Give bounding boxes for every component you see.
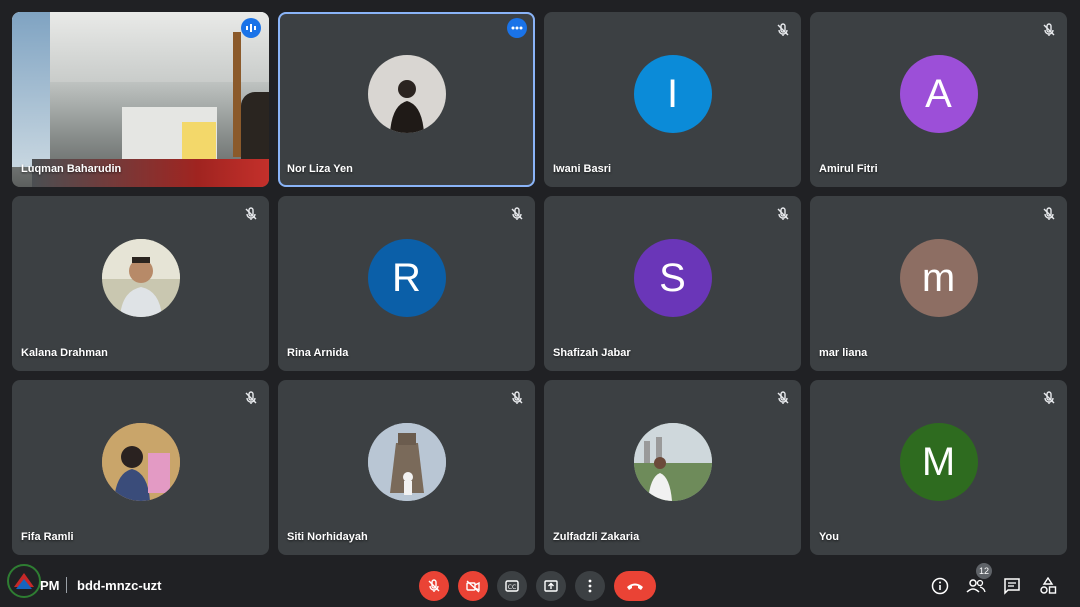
- mic-muted-icon: [777, 391, 789, 404]
- profile-photo: [367, 423, 446, 502]
- activities-icon: [1040, 577, 1057, 594]
- present-icon: [544, 580, 558, 592]
- participant-tile-you[interactable]: M You: [810, 380, 1067, 555]
- mic-muted-icon: [511, 391, 523, 404]
- participant-tile-luqman[interactable]: Luqman Baharudin: [12, 12, 269, 187]
- profile-photo: [101, 423, 180, 502]
- info-icon: [931, 577, 949, 595]
- captions-button[interactable]: CC: [497, 571, 527, 601]
- profile-photo: [101, 239, 180, 318]
- participant-tile-amirul[interactable]: A Amirul Fitri: [810, 12, 1067, 187]
- speaking-indicator-icon: [241, 18, 261, 38]
- leave-call-button[interactable]: [614, 571, 656, 601]
- mic-toggle-button[interactable]: [419, 571, 449, 601]
- mic-muted-icon: [245, 391, 257, 404]
- letter-avatar: S: [633, 239, 712, 318]
- participant-name: Iwani Basri: [553, 163, 612, 175]
- participant-name: Nor Liza Yen: [287, 163, 353, 175]
- participant-name: Luqman Baharudin: [21, 163, 122, 175]
- participant-tile-siti[interactable]: Siti Norhidayah: [278, 380, 535, 555]
- mic-muted-icon: [777, 207, 789, 220]
- organization-logo-icon: [7, 564, 41, 598]
- svg-text:CC: CC: [508, 584, 516, 591]
- participant-name: Fifa Ramli: [21, 531, 74, 543]
- letter-avatar: I: [633, 55, 712, 134]
- chat-icon: [1004, 578, 1020, 595]
- chat-button[interactable]: [1001, 575, 1023, 597]
- activities-button[interactable]: [1037, 575, 1059, 597]
- separator: [66, 577, 67, 593]
- meeting-time: PM: [40, 578, 60, 593]
- mic-off-icon: [428, 579, 440, 592]
- participant-grid: Luqman Baharudin Nor Liza Yen I Iwani Ba…: [12, 12, 1067, 555]
- participant-count-badge: 12: [976, 563, 992, 579]
- mic-muted-icon: [777, 23, 789, 36]
- more-options-button[interactable]: [575, 571, 605, 601]
- video-feed: [12, 12, 269, 187]
- participant-tile-zulfadzli[interactable]: Zulfadzli Zakaria: [544, 380, 801, 555]
- mic-muted-icon: [1043, 23, 1055, 36]
- participant-tile-fifa[interactable]: Fifa Ramli: [12, 380, 269, 555]
- participant-name: Kalana Drahman: [21, 347, 108, 359]
- captions-icon: CC: [505, 580, 519, 592]
- present-button[interactable]: [536, 571, 566, 601]
- participant-name: Amirul Fitri: [819, 163, 878, 175]
- hang-up-icon: [627, 583, 643, 590]
- participant-tile-nor-liza[interactable]: Nor Liza Yen: [278, 12, 535, 187]
- camera-off-icon: [466, 580, 480, 593]
- mic-muted-icon: [245, 207, 257, 220]
- more-options-icon[interactable]: [507, 18, 527, 38]
- mic-muted-icon: [511, 207, 523, 220]
- bottom-bar: PM bdd-mnzc-uzt CC 12: [0, 563, 1080, 607]
- participant-name: mar liana: [819, 347, 868, 359]
- letter-avatar: A: [899, 55, 978, 134]
- letter-avatar: m: [899, 239, 978, 318]
- participant-tile-shafizah[interactable]: S Shafizah Jabar: [544, 196, 801, 371]
- camera-toggle-button[interactable]: [458, 571, 488, 601]
- participant-tile-rina[interactable]: R Rina Arnida: [278, 196, 535, 371]
- profile-photo: [367, 55, 446, 134]
- participant-tile-iwani[interactable]: I Iwani Basri: [544, 12, 801, 187]
- mic-muted-icon: [1043, 207, 1055, 220]
- participant-name: Zulfadzli Zakaria: [553, 531, 640, 543]
- meeting-code: bdd-mnzc-uzt: [77, 578, 162, 593]
- participant-name: Siti Norhidayah: [287, 531, 368, 543]
- letter-avatar: M: [899, 423, 978, 502]
- meeting-info-button[interactable]: [929, 575, 951, 597]
- mic-muted-icon: [1043, 391, 1055, 404]
- profile-photo: [633, 423, 712, 502]
- participant-tile-kalana[interactable]: Kalana Drahman: [12, 196, 269, 371]
- participant-name: Rina Arnida: [287, 347, 349, 359]
- participant-tile-mar-liana[interactable]: m mar liana: [810, 196, 1067, 371]
- participant-name: Shafizah Jabar: [553, 347, 631, 359]
- more-icon: [588, 579, 592, 593]
- letter-avatar: R: [367, 239, 446, 318]
- participant-name: You: [819, 531, 839, 543]
- people-icon: [966, 579, 986, 593]
